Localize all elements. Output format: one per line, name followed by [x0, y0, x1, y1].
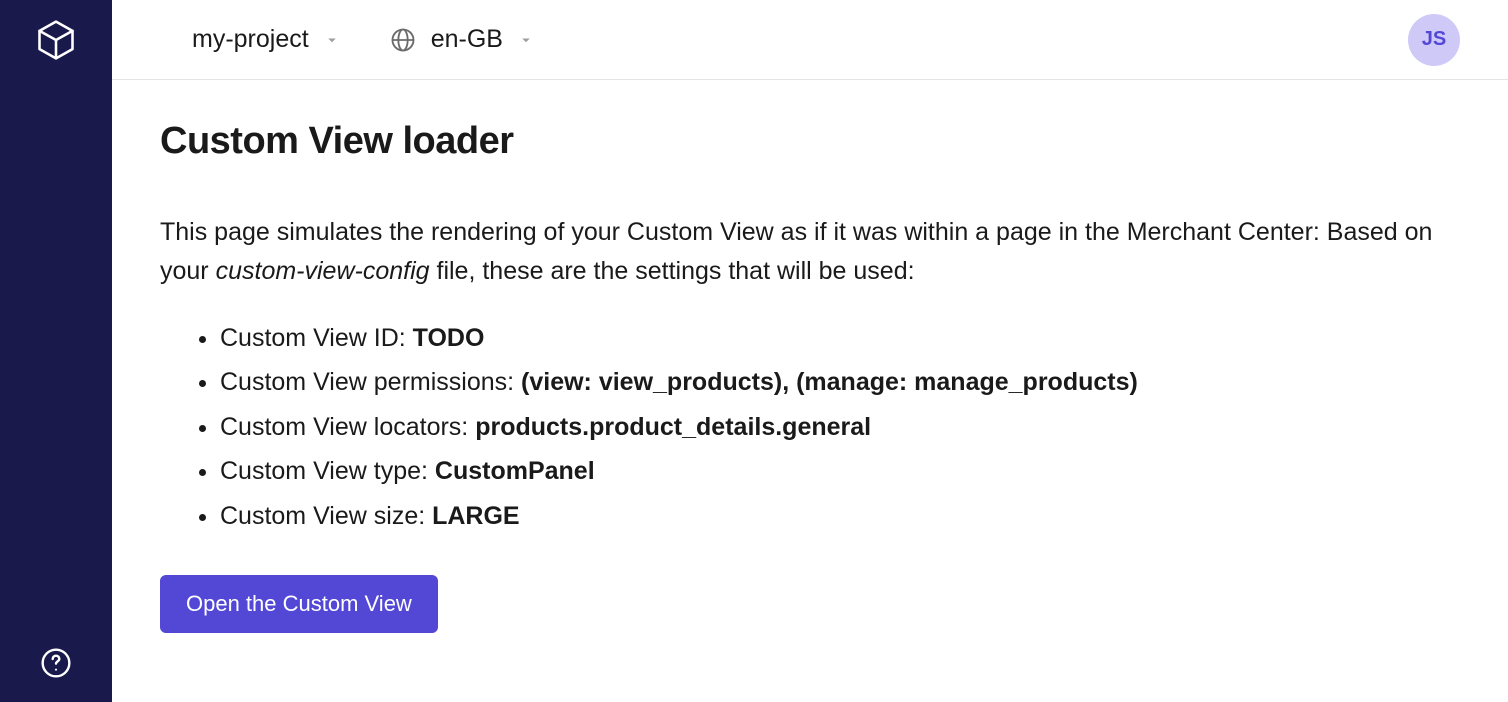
list-item: Custom View type: CustomPanel: [220, 450, 1460, 493]
help-icon[interactable]: [40, 647, 72, 684]
list-item: Custom View size: LARGE: [220, 495, 1460, 538]
setting-label: Custom View type:: [220, 457, 435, 485]
avatar[interactable]: JS: [1408, 14, 1460, 66]
intro-text: This page simulates the rendering of you…: [160, 213, 1460, 291]
intro-suffix: file, these are the settings that will b…: [430, 257, 915, 285]
setting-label: Custom View size:: [220, 502, 432, 530]
chevron-down-icon: [517, 31, 535, 49]
setting-value: LARGE: [432, 502, 520, 530]
topbar: my-project en-GB JS: [112, 0, 1508, 80]
locale-selector[interactable]: en-GB: [389, 25, 535, 54]
globe-icon: [389, 26, 417, 54]
cube-logo-icon[interactable]: [34, 18, 78, 67]
setting-value: TODO: [413, 324, 485, 352]
setting-value: (view: view_products), (manage: manage_p…: [521, 368, 1138, 396]
intro-filename: custom-view-config: [216, 257, 430, 285]
main-area: my-project en-GB JS Custom View load: [112, 0, 1508, 702]
setting-value: products.product_details.general: [475, 413, 871, 441]
sidebar: [0, 0, 112, 702]
list-item: Custom View ID: TODO: [220, 317, 1460, 360]
list-item: Custom View locators: products.product_d…: [220, 406, 1460, 449]
setting-label: Custom View locators:: [220, 413, 475, 441]
project-name: my-project: [192, 25, 309, 54]
settings-list: Custom View ID: TODO Custom View permiss…: [160, 317, 1460, 538]
open-custom-view-button[interactable]: Open the Custom View: [160, 575, 438, 633]
page-content: Custom View loader This page simulates t…: [112, 80, 1508, 673]
setting-label: Custom View ID:: [220, 324, 413, 352]
project-selector[interactable]: my-project: [192, 25, 341, 54]
locale-label: en-GB: [431, 25, 503, 54]
page-title: Custom View loader: [160, 120, 1460, 163]
list-item: Custom View permissions: (view: view_pro…: [220, 361, 1460, 404]
setting-value: CustomPanel: [435, 457, 595, 485]
avatar-initials: JS: [1422, 28, 1446, 51]
chevron-down-icon: [323, 31, 341, 49]
setting-label: Custom View permissions:: [220, 368, 521, 396]
